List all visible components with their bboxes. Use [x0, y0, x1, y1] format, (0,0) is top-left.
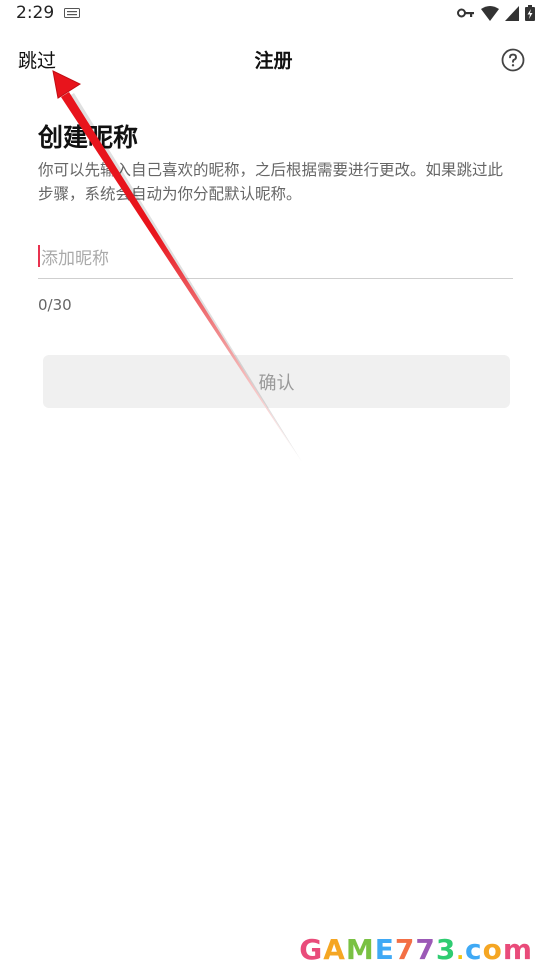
description-text: 你可以先输入自己喜欢的昵称，之后根据需要进行更改。如果跳过此步骤，系统会自动为你… — [38, 161, 504, 203]
cell-signal-icon — [505, 5, 519, 21]
app-header: 跳过 注册 — [0, 40, 547, 78]
keyboard-icon — [64, 8, 80, 18]
page-title: 注册 — [254, 50, 293, 72]
status-bar: 2:29 — [0, 0, 547, 28]
wifi-icon — [481, 5, 499, 21]
section-heading: 创建昵称 — [38, 123, 139, 152]
status-time: 2:29 — [16, 3, 55, 23]
watermark-logo: GAME773.com — [299, 933, 533, 966]
battery-charging-icon — [525, 5, 535, 21]
help-icon[interactable] — [501, 48, 525, 72]
vpn-key-icon — [457, 8, 474, 18]
status-icons — [457, 5, 535, 21]
character-counter: 0/30 — [38, 296, 72, 314]
text-caret — [38, 245, 40, 267]
nickname-input[interactable] — [38, 240, 513, 279]
confirm-button[interactable]: 确认 — [43, 355, 510, 408]
